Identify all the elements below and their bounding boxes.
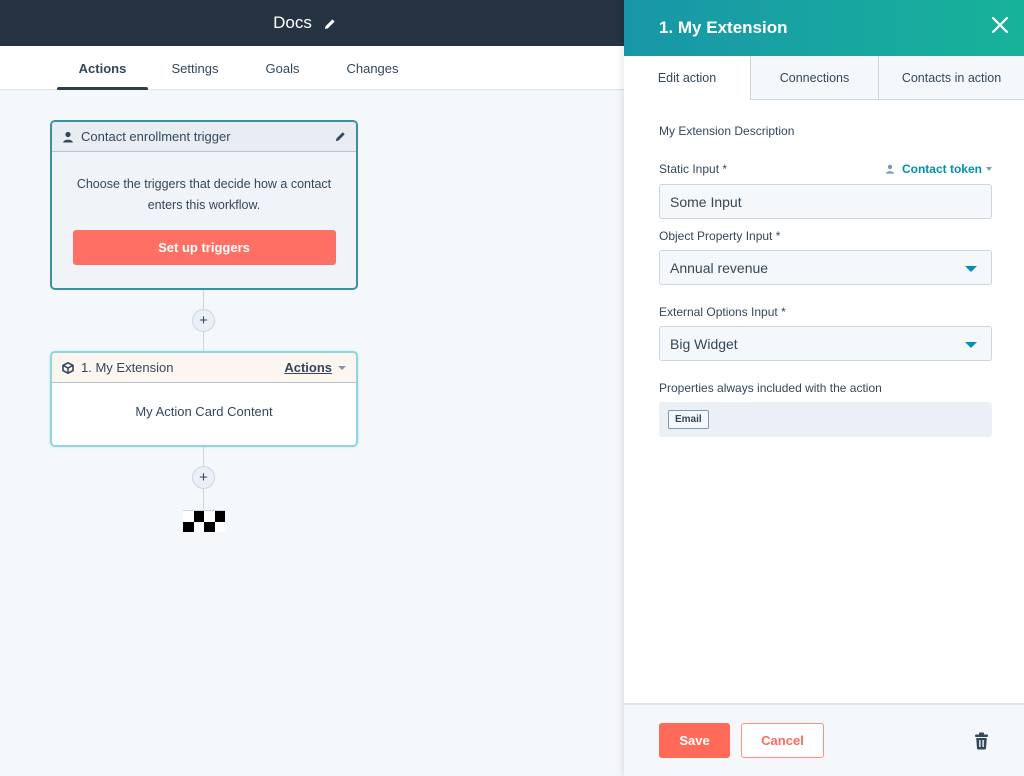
close-icon[interactable] [991, 16, 1009, 34]
trigger-description-line: enters this workflow. [147, 198, 261, 212]
tab-settings[interactable]: Settings [160, 46, 230, 90]
static-input-label-row: Static Input * Contact token [659, 162, 992, 176]
action-card-content: My Action Card Content [135, 404, 273, 419]
external-options-label: External Options Input * [659, 305, 992, 319]
object-property-label: Object Property Input * [659, 229, 992, 243]
set-up-triggers-button[interactable]: Set up triggers [72, 230, 336, 265]
trigger-description: Choose the triggers that decide how a co… [52, 152, 356, 265]
plus-icon: + [199, 469, 208, 486]
extension-description: My Extension Description [659, 124, 795, 138]
external-options-value: Big Widget [670, 335, 738, 352]
action-card-header: 1. My Extension Actions [52, 353, 356, 383]
tab-label: Actions [78, 60, 127, 76]
cancel-button[interactable]: Cancel [741, 723, 824, 758]
workflow-tabs: Actions Settings Goals Changes [0, 46, 624, 91]
tab-changes[interactable]: Changes [335, 46, 410, 90]
trigger-description-line: Choose the triggers that decide how a co… [76, 177, 332, 191]
trigger-card-title: Contact enrollment trigger [81, 129, 231, 144]
properties-box: Email [659, 402, 992, 437]
static-input-field[interactable]: Some Input [659, 184, 992, 219]
properties-label: Properties always included with the acti… [659, 381, 992, 395]
panel-form: My Extension Description Static Input * … [624, 124, 1024, 437]
pencil-icon[interactable] [335, 131, 346, 142]
workflow-canvas: Contact enrollment trigger Choose the tr… [0, 90, 624, 776]
tab-edit-action[interactable]: Edit action [624, 56, 750, 100]
edit-action-panel: 1. My Extension Edit action Connections … [624, 0, 1024, 776]
cube-icon [62, 361, 74, 374]
trash-icon[interactable] [974, 732, 989, 750]
tab-goals[interactable]: Goals [255, 46, 310, 90]
panel-footer: Save Cancel [624, 703, 1024, 776]
pencil-icon[interactable] [324, 17, 336, 29]
trigger-card-header: Contact enrollment trigger [52, 122, 356, 152]
tab-contacts-in-action[interactable]: Contacts in action [878, 56, 1024, 100]
tab-label: Changes [346, 60, 399, 76]
workflow-topbar: Docs [0, 0, 624, 46]
connector-line [203, 489, 204, 510]
tab-label: Settings [171, 60, 219, 76]
caret-down-icon [965, 266, 977, 272]
object-property-value: Annual revenue [670, 259, 769, 276]
external-options-label-text: External Options Input * [659, 305, 786, 319]
tab-label: Edit action [657, 70, 717, 85]
caret-down-icon [986, 167, 992, 171]
action-card-title: 1. My Extension [81, 360, 174, 375]
connector-line [203, 447, 204, 466]
connector-line [203, 332, 204, 351]
contact-token-label: Contact token [901, 162, 982, 176]
static-input-label: Static Input * [659, 162, 728, 176]
tab-connections[interactable]: Connections [750, 56, 878, 100]
action-card[interactable]: 1. My Extension Actions My Action Card C… [50, 351, 358, 447]
caret-down-icon [965, 342, 977, 348]
properties-label-text: Properties always included with the acti… [659, 381, 882, 395]
workflow-title[interactable]: Docs [273, 13, 312, 33]
caret-down-icon[interactable] [338, 365, 346, 370]
contact-icon [885, 164, 895, 174]
plus-icon: + [199, 312, 208, 329]
save-button[interactable]: Save [659, 723, 730, 758]
tab-label: Contacts in action [901, 70, 1002, 85]
object-property-select[interactable]: Annual revenue [659, 250, 992, 285]
workflow-end-flag-icon [183, 510, 225, 532]
external-options-select[interactable]: Big Widget [659, 326, 992, 361]
panel-title: 1. My Extension [659, 18, 788, 37]
contact-icon [62, 131, 74, 143]
contact-token-dropdown[interactable]: Contact token [885, 162, 992, 176]
panel-tabs: Edit action Connections Contacts in acti… [624, 56, 1024, 100]
tab-label: Connections [779, 70, 850, 85]
add-action-button[interactable]: + [192, 309, 215, 332]
tab-label: Goals [265, 60, 300, 76]
property-chip: Email [668, 410, 709, 429]
tab-actions[interactable]: Actions [57, 46, 148, 91]
enrollment-trigger-card[interactable]: Contact enrollment trigger Choose the tr… [50, 120, 358, 290]
static-input-value: Some Input [670, 193, 742, 210]
connector-line [203, 290, 204, 309]
object-property-label-text: Object Property Input * [659, 229, 781, 243]
action-card-actions-dropdown[interactable]: Actions [284, 360, 332, 375]
panel-header: 1. My Extension [624, 0, 1024, 56]
add-action-button[interactable]: + [192, 466, 215, 489]
